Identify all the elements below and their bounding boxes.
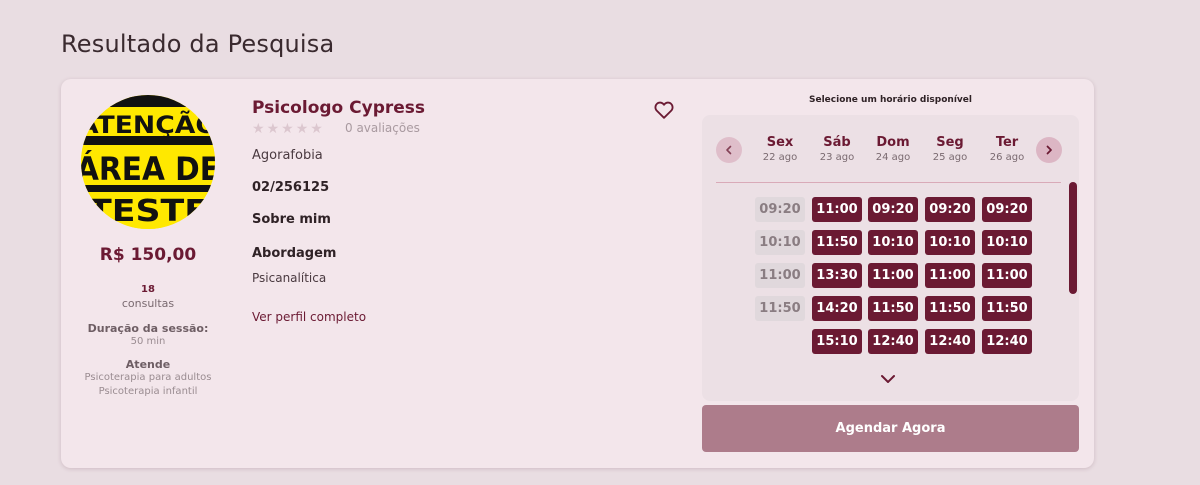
day-name: Ter — [995, 135, 1019, 150]
time-slot-button[interactable]: 11:00 — [925, 263, 975, 288]
session-duration-value: 50 min — [130, 336, 166, 347]
approach-heading: Abordagem — [252, 246, 337, 261]
approach-value: Psicanalítica — [252, 271, 327, 285]
time-slot-button[interactable]: 12:40 — [925, 329, 975, 354]
avatar-text-line: TESTE — [88, 194, 208, 229]
day-date: 24 ago — [875, 152, 911, 163]
day-name: Seg — [936, 135, 964, 150]
time-slot-button[interactable]: 12:40 — [982, 329, 1032, 354]
time-slot-unavailable: 10:10 — [755, 230, 805, 255]
day-column-header: Seg 25 ago — [924, 135, 976, 163]
time-slot-unavailable: 11:00 — [755, 263, 805, 288]
consultations-count: 18 — [141, 284, 155, 295]
time-slot-button[interactable]: 11:50 — [925, 296, 975, 321]
time-slot-button[interactable]: 11:50 — [868, 296, 918, 321]
day-column-header: Ter 26 ago — [981, 135, 1033, 163]
day-name: Dom — [876, 135, 910, 150]
schedule-divider — [716, 182, 1061, 183]
time-slot-unavailable: 11:50 — [755, 296, 805, 321]
chevron-right-icon — [1046, 145, 1052, 155]
schedule-title: Selecione um horário disponível — [809, 95, 972, 105]
time-slot-button[interactable]: 15:10 — [812, 329, 862, 354]
star-icon: ★ — [281, 121, 295, 137]
view-full-profile-link[interactable]: Ver perfil completo — [252, 310, 366, 324]
time-slot-button[interactable]: 14:20 — [812, 296, 862, 321]
time-slot-button[interactable]: 11:50 — [812, 230, 862, 255]
time-slot-button[interactable]: 10:10 — [868, 230, 918, 255]
avatar-text-line: ATENÇÃO — [81, 110, 215, 139]
time-slot-button[interactable]: 09:20 — [982, 197, 1032, 222]
time-slot-unavailable: 09:20 — [755, 197, 805, 222]
day-date: 22 ago — [762, 152, 798, 163]
day-column-header: Sex 22 ago — [754, 135, 806, 163]
time-slot-button[interactable]: 10:10 — [982, 230, 1032, 255]
day-name: Sáb — [823, 135, 851, 150]
star-icon: ★ — [266, 121, 281, 137]
time-slot-button[interactable]: 11:00 — [868, 263, 918, 288]
next-days-button[interactable] — [1036, 137, 1062, 163]
reviews-count: 0 avaliações — [345, 121, 420, 135]
serves-label: Atende — [125, 358, 171, 371]
serves-item: Psicoterapia infantil — [98, 386, 198, 397]
session-price: R$ 150,00 — [99, 245, 197, 265]
time-slot-button[interactable]: 11:00 — [812, 197, 862, 222]
result-card: ATENÇÃO ÁREA DE TESTE R$ 150,00 18 consu… — [61, 79, 1094, 468]
page-title: Resultado da Pesquisa — [61, 30, 335, 58]
star-icon: ★ — [295, 121, 310, 137]
consultations-label: consultas — [121, 297, 175, 310]
chevron-left-icon — [726, 145, 732, 155]
time-slot-button[interactable]: 09:20 — [868, 197, 918, 222]
profile-avatar: ATENÇÃO ÁREA DE TESTE — [81, 95, 215, 229]
favorite-button[interactable] — [653, 99, 675, 121]
previous-days-button[interactable] — [716, 137, 742, 163]
day-date: 25 ago — [932, 152, 968, 163]
session-duration-label: Duração da sessão: — [87, 322, 209, 335]
book-now-button[interactable]: Agendar Agora — [702, 405, 1079, 452]
avatar-image: ATENÇÃO ÁREA DE TESTE — [81, 95, 215, 229]
rating-stars: ★★★★★ — [252, 121, 325, 137]
heart-outline-icon — [654, 101, 674, 119]
time-slot-button[interactable]: 11:50 — [982, 296, 1032, 321]
professional-name: Psicologo Cypress — [252, 98, 426, 118]
day-column-header: Dom 24 ago — [867, 135, 919, 163]
day-name: Sex — [766, 135, 794, 150]
time-slot-button[interactable]: 10:10 — [925, 230, 975, 255]
time-slot-button[interactable]: 13:30 — [812, 263, 862, 288]
star-icon: ★ — [252, 121, 266, 137]
chevron-down-icon — [881, 375, 895, 383]
slots-scrollbar[interactable] — [1069, 182, 1077, 294]
time-slot-button[interactable]: 12:40 — [868, 329, 918, 354]
show-more-times-button[interactable] — [878, 371, 898, 385]
day-column-header: Sáb 23 ago — [811, 135, 863, 163]
day-date: 26 ago — [989, 152, 1025, 163]
serves-item: Psicoterapia para adultos — [84, 372, 212, 383]
specialty: Agorafobia — [252, 148, 323, 163]
avatar-text-line: ÁREA DE — [81, 150, 215, 188]
day-date: 23 ago — [819, 152, 855, 163]
time-slot-button[interactable]: 11:00 — [982, 263, 1032, 288]
star-icon: ★ — [310, 121, 324, 137]
time-slot-button[interactable]: 09:20 — [925, 197, 975, 222]
about-me-heading: Sobre mim — [252, 212, 331, 227]
schedule-panel: Sex 22 ago 09:20 10:10 11:00 11:50 Sáb 23 ago 11… — [702, 115, 1079, 401]
registration-number: 02/256125 — [252, 180, 330, 195]
